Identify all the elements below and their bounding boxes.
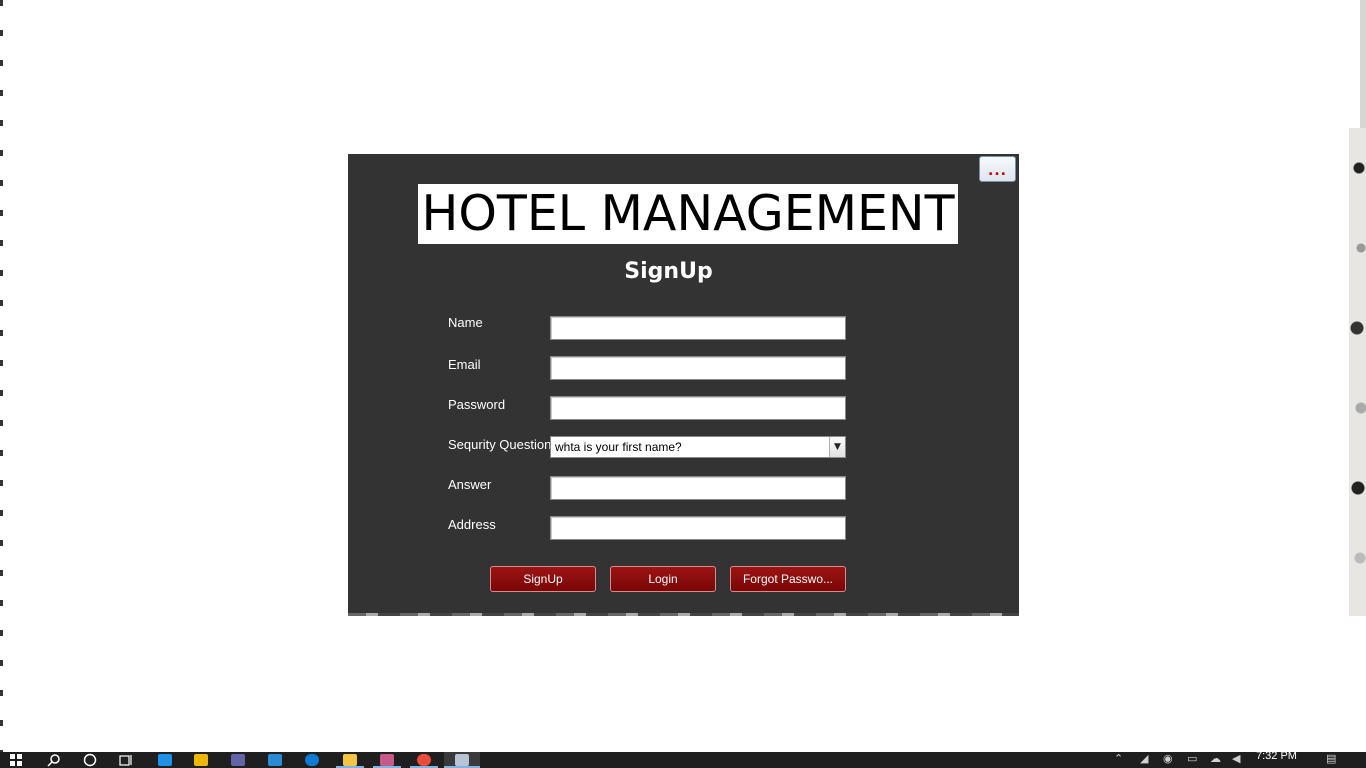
address-label: Address [448, 517, 496, 532]
email-input[interactable] [550, 356, 846, 380]
file-explorer-icon[interactable] [343, 754, 357, 766]
taskbar: ⌃ ◢ ◉ ▭ ☁ ◀ 7:32 PM ▤ [0, 749, 1366, 768]
edge-icon[interactable] [305, 754, 319, 766]
search-icon[interactable] [46, 752, 62, 768]
email-label: Email [448, 357, 481, 372]
address-input[interactable] [550, 516, 846, 540]
answer-input[interactable] [550, 476, 846, 500]
wallpaper-right-edge [1349, 128, 1366, 616]
vscode-icon[interactable] [268, 754, 282, 766]
start-icon[interactable] [8, 752, 24, 768]
taskbar-clock[interactable]: 7:32 PM [1256, 749, 1297, 763]
store-icon[interactable] [158, 754, 172, 766]
teams-icon[interactable] [231, 754, 245, 766]
mail-icon[interactable] [194, 754, 208, 766]
app-title: HOTEL MANAGEMENT [418, 184, 958, 244]
password-input[interactable] [550, 396, 846, 420]
notification-icon[interactable]: ▤ [1326, 752, 1336, 768]
login-button[interactable]: Login [610, 566, 716, 592]
name-input[interactable] [550, 316, 846, 340]
security-question-selected: whta is your first name? [555, 440, 682, 454]
more-options-button[interactable]: ... [979, 156, 1016, 182]
name-label: Name [448, 315, 483, 330]
onedrive-icon[interactable]: ☁ [1210, 752, 1221, 768]
chevron-up-icon[interactable]: ⌃ [1114, 752, 1123, 768]
wallpaper-left-edge [0, 0, 3, 752]
dropdown-arrow-icon[interactable]: ▼ [829, 437, 845, 457]
java-app-icon[interactable] [455, 754, 469, 766]
desktop: ... HOTEL MANAGEMENT SignUp Name Email P… [0, 0, 1366, 768]
dialog-bottom-border [348, 613, 1019, 616]
meet-now-icon[interactable]: ◉ [1163, 752, 1173, 768]
answer-label: Answer [448, 477, 492, 492]
app-icon[interactable] [380, 754, 394, 766]
more-options-label: ... [988, 163, 1007, 179]
password-label: Password [448, 397, 506, 412]
battery-icon[interactable]: ▭ [1187, 752, 1197, 768]
security-question-select[interactable]: whta is your first name? ▼ [550, 436, 846, 458]
volume-icon[interactable]: ◀ [1232, 752, 1240, 768]
security-question-label: Sequrity Question [448, 437, 552, 452]
form-heading: SignUp [624, 259, 713, 284]
signup-button[interactable]: SignUp [490, 566, 596, 592]
task-view-icon[interactable] [118, 752, 134, 768]
forgot-password-button[interactable]: Forgot Passwo... [730, 566, 846, 592]
cortana-icon[interactable] [82, 752, 98, 768]
signup-dialog: ... HOTEL MANAGEMENT SignUp Name Email P… [348, 154, 1019, 616]
network-icon[interactable]: ◢ [1140, 752, 1148, 768]
chrome-icon[interactable] [417, 754, 431, 766]
wallpaper-right-edge-top [1360, 0, 1366, 128]
